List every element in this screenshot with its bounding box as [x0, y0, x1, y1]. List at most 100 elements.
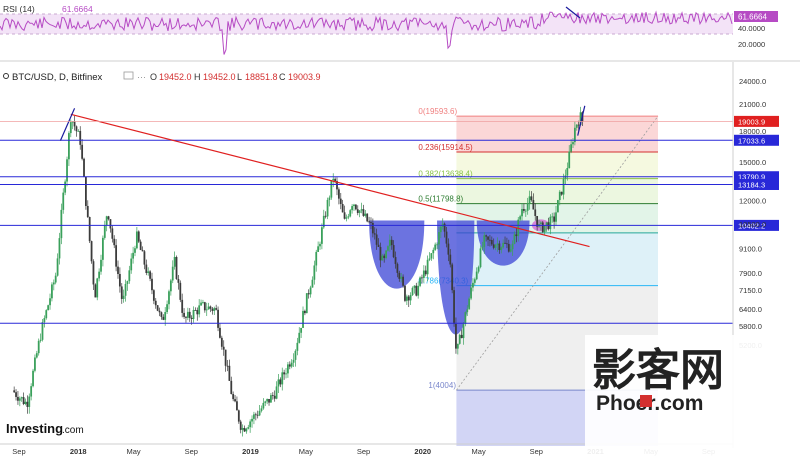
candle-body: [398, 272, 401, 279]
candle-body: [162, 316, 165, 320]
candle-body: [105, 216, 108, 226]
candle-body: [358, 210, 361, 213]
candle-body: [37, 340, 40, 354]
rsi-tick-20: 20.0000: [738, 40, 765, 49]
candle-body: [160, 312, 163, 317]
candle-body: [543, 225, 546, 233]
candle-body: [120, 286, 123, 299]
candle-body: [320, 227, 323, 244]
candle-body: [268, 398, 270, 403]
price-tick-label: 9100.0: [739, 244, 762, 253]
candle-body: [434, 244, 437, 250]
candle-body: [15, 392, 17, 397]
candle-body: [375, 234, 378, 245]
candle-body: [383, 255, 386, 259]
time-tick-label: May: [127, 447, 141, 456]
fib-label-0.382: 0.382(13638.4): [418, 170, 473, 179]
candle-body: [26, 401, 29, 407]
candle-body: [315, 251, 318, 266]
candle-body: [577, 124, 580, 126]
candle-body: [228, 365, 231, 381]
candle-body: [449, 254, 452, 265]
candle-body: [345, 217, 348, 219]
candle-body: [324, 215, 327, 217]
price-tag-label: 19003.9: [738, 117, 765, 126]
candle-body: [135, 231, 138, 249]
candle-body: [260, 408, 263, 411]
candle-body: [68, 133, 70, 160]
candle-body: [385, 250, 387, 259]
candle-body: [107, 216, 110, 220]
price-tick-label: 15000.0: [739, 158, 766, 167]
candle-body: [173, 256, 176, 267]
price-tick-label: 5800.0: [739, 322, 762, 331]
candle-body: [54, 275, 57, 283]
more-icon[interactable]: ⋯: [137, 72, 146, 82]
candle-body: [243, 427, 246, 432]
candle-body: [171, 266, 174, 281]
candle-body: [115, 245, 118, 267]
watermark-logo-mark: [640, 395, 652, 407]
candle-body: [553, 216, 556, 222]
candle-body: [362, 209, 365, 216]
candle-body: [464, 312, 467, 325]
candle-body: [94, 284, 97, 298]
candle-body: [164, 312, 167, 320]
candle-body: [83, 158, 85, 177]
candle-body: [122, 295, 125, 299]
candle-body: [58, 238, 61, 259]
ohlc-c-label: C: [279, 72, 286, 82]
visibility-icon[interactable]: [123, 71, 134, 80]
candle-body: [181, 299, 184, 313]
candle-body: [360, 209, 363, 211]
candle-body: [353, 204, 355, 207]
candle-body: [230, 380, 233, 395]
candle-body: [30, 386, 33, 397]
candle-body: [309, 287, 312, 295]
candle-body: [118, 273, 121, 287]
rsi-label: RSI (14): [3, 4, 35, 14]
candle-body: [540, 222, 542, 225]
candle-body: [69, 122, 72, 134]
candle-body: [339, 198, 342, 204]
candle-body: [455, 323, 457, 349]
candle-body: [222, 346, 225, 350]
candle-body: [411, 287, 414, 296]
candle-body: [198, 305, 201, 315]
price-tick-label: 7150.0: [739, 286, 762, 295]
candle-body: [151, 278, 153, 291]
candle-body: [526, 203, 529, 211]
fib-label-0: 0(19593.6): [418, 107, 457, 116]
candle-body: [41, 322, 44, 340]
symbol-title: BTC/USD, D, Bitfinex: [12, 72, 103, 83]
candle-body: [479, 248, 482, 268]
candle-body: [373, 233, 376, 235]
candle-body: [387, 246, 389, 251]
ohlc-h-label: H: [194, 72, 201, 82]
header-icons[interactable]: ⋯: [123, 71, 146, 82]
time-tick-label: 2018: [70, 447, 87, 456]
candle-body: [313, 265, 316, 280]
candle-body: [370, 222, 372, 223]
candle-body: [451, 264, 454, 291]
candle-body: [349, 210, 352, 217]
candle-body: [109, 219, 112, 229]
symbol-indicator-icon: [3, 73, 9, 79]
candle-body: [366, 213, 369, 222]
candle-body: [128, 270, 131, 282]
candle-body: [149, 271, 151, 279]
candle-body: [530, 196, 533, 201]
candle-body: [490, 240, 493, 245]
candle-body: [506, 243, 508, 245]
candle-body: [317, 246, 320, 252]
time-tick-label: 2019: [242, 447, 259, 456]
candle-body: [300, 327, 303, 333]
candle-body: [570, 144, 573, 152]
candle-body: [219, 327, 221, 338]
candle-body: [426, 259, 429, 275]
time-tick-label: 2020: [414, 447, 431, 456]
candle-body: [71, 121, 74, 123]
candle-body: [168, 291, 170, 305]
candle-body: [264, 401, 267, 403]
btc-chart[interactable]: RSI (14) 61.6664 61.6664 40.0000 20.0000…: [0, 0, 800, 457]
